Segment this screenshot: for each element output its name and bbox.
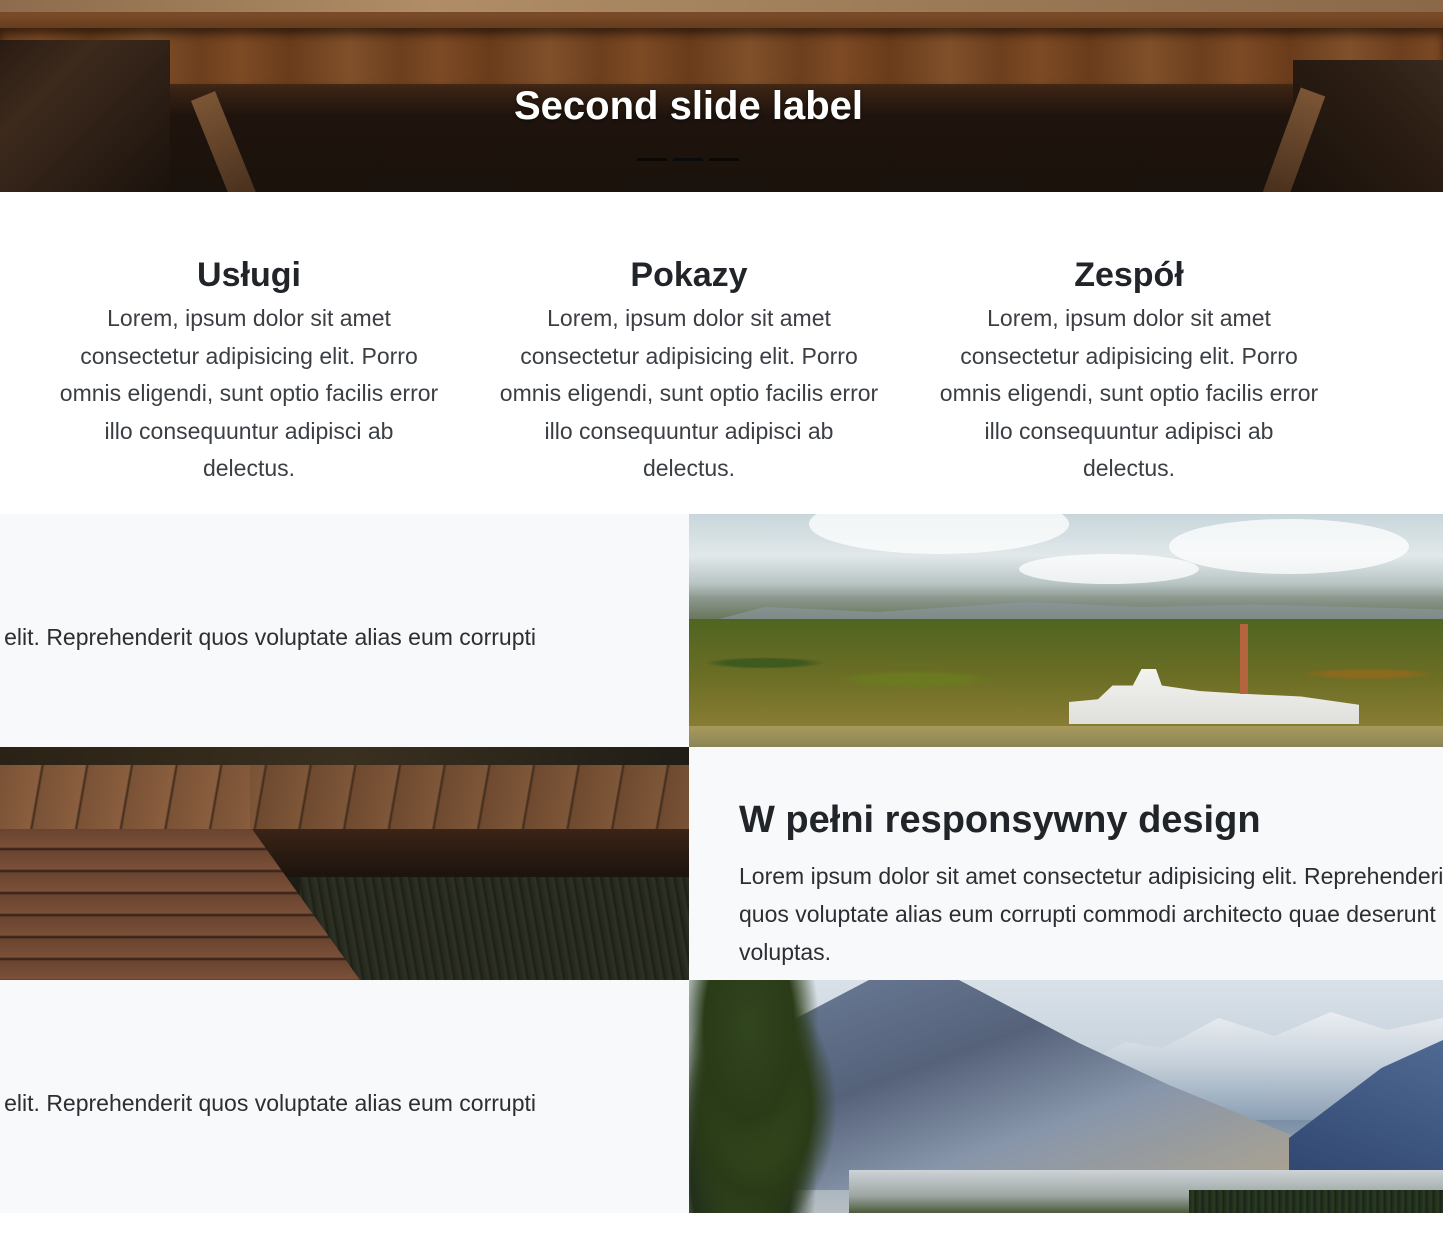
showcase-text-block: elit. Reprehenderit quos voluptate alias…	[0, 980, 689, 1213]
image-reeds	[300, 877, 689, 980]
image-forest	[1189, 1190, 1443, 1213]
image-cloud	[1169, 519, 1409, 574]
hero-image-plank	[0, 0, 1443, 12]
features-section: Usługi Lorem, ipsum dolor sit amet conse…	[0, 192, 1443, 514]
image-cloud	[809, 514, 1069, 554]
carousel-indicator-2[interactable]	[673, 158, 703, 161]
showcase-text: Lorem ipsum dolor sit amet consectetur a…	[739, 863, 1443, 965]
carousel-indicator-3[interactable]	[709, 158, 739, 161]
carousel-indicators	[637, 158, 739, 161]
showcase-text: elit. Reprehenderit quos voluptate alias…	[4, 624, 536, 650]
carousel-indicator-1[interactable]	[637, 158, 667, 161]
image-water	[689, 726, 1443, 747]
feature-text: Lorem, ipsum dolor sit amet consectetur …	[499, 305, 879, 481]
showcase-heading: W pełni responsywny design	[739, 799, 1261, 841]
feature-title: Pokazy	[630, 256, 748, 294]
showcase-row-3: elit. Reprehenderit quos voluptate alias…	[0, 980, 1443, 1213]
feature-pokazy: Pokazy Lorem, ipsum dolor sit amet conse…	[479, 250, 899, 488]
feature-zespol: Zespół Lorem, ipsum dolor sit amet conse…	[919, 250, 1339, 488]
feature-text: Lorem, ipsum dolor sit amet consectetur …	[939, 305, 1319, 481]
image-deck-planks	[0, 765, 250, 835]
feature-title: Zespół	[1074, 256, 1184, 294]
feature-text: Lorem, ipsum dolor sit amet consectetur …	[59, 305, 439, 481]
hero-carousel: Second slide label	[0, 0, 1443, 192]
showcase-row-1: elit. Reprehenderit quos voluptate alias…	[0, 514, 1443, 747]
image-chimney	[1240, 624, 1248, 694]
showcase-image-boardwalk	[0, 747, 689, 980]
showcase-text: elit. Reprehenderit quos voluptate alias…	[4, 1090, 536, 1116]
feature-title: Usługi	[197, 256, 301, 294]
hero-image-beam	[0, 28, 1443, 84]
image-background	[0, 747, 689, 767]
carousel-caption: Second slide label	[513, 84, 863, 128]
image-deck-beam	[250, 829, 689, 877]
image-tree	[689, 980, 839, 1213]
image-cloud	[1019, 554, 1199, 584]
showcase-image-mountains	[689, 980, 1443, 1213]
feature-uslugi: Usługi Lorem, ipsum dolor sit amet conse…	[39, 250, 459, 488]
showcase-text-block: elit. Reprehenderit quos voluptate alias…	[0, 514, 689, 747]
showcase-row-2: W pełni responsywny design Lorem ipsum d…	[0, 747, 1443, 980]
showcase-image-lake	[689, 514, 1443, 747]
showcase-text-block: W pełni responsywny design Lorem ipsum d…	[689, 747, 1443, 980]
